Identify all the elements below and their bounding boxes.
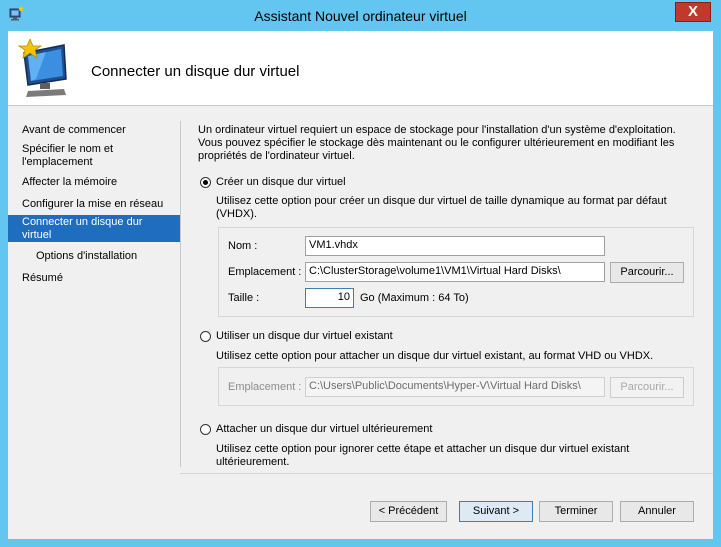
- radio-attach-later[interactable]: [200, 424, 211, 435]
- page-title: Connecter un disque dur virtuel: [91, 63, 300, 80]
- nav-item-networking[interactable]: Configurer la mise en réseau: [8, 198, 180, 211]
- wizard-client-area: Connecter un disque dur virtuel Avant de…: [8, 31, 713, 539]
- wizard-header: Connecter un disque dur virtuel: [8, 31, 713, 106]
- nav-item-installation-options[interactable]: Options d'installation: [8, 250, 180, 263]
- title-bar[interactable]: Assistant Nouvel ordinateur virtuel X: [0, 0, 721, 32]
- existing-disk-description: Utilisez cette option pour attacher un d…: [216, 350, 654, 362]
- close-button[interactable]: X: [675, 2, 711, 22]
- location-field-label: Emplacement :: [228, 266, 302, 278]
- nav-divider: [180, 121, 181, 467]
- create-disk-fields-group: Nom : VM1.vhdx Emplacement : C:\ClusterS…: [218, 227, 694, 317]
- browse-button[interactable]: Parcourir...: [610, 262, 684, 283]
- nav-item-name-location[interactable]: Spécifier le nom et l'emplacement: [8, 143, 133, 169]
- new-virtual-machine-icon: [17, 39, 67, 97]
- previous-button[interactable]: < Précédent: [370, 501, 447, 522]
- name-field-label: Nom :: [228, 240, 258, 252]
- vhd-location-field[interactable]: C:\ClusterStorage\volume1\VM1\Virtual Ha…: [305, 262, 605, 282]
- nav-item-before-you-begin[interactable]: Avant de commencer: [8, 124, 180, 137]
- existing-location-field-label: Emplacement :: [228, 381, 302, 393]
- window-frame: Assistant Nouvel ordinateur virtuel X Co…: [0, 0, 721, 547]
- next-button[interactable]: Suivant >: [459, 501, 533, 522]
- nav-item-connect-disk[interactable]: Connecter un disque dur virtuel: [8, 215, 180, 242]
- create-disk-description: Utilisez cette option pour créer un disq…: [216, 195, 667, 220]
- finish-button[interactable]: Terminer: [539, 501, 613, 522]
- vhd-name-field[interactable]: VM1.vhdx: [305, 236, 605, 256]
- close-icon: X: [687, 3, 698, 20]
- window-title: Assistant Nouvel ordinateur virtuel: [254, 8, 467, 24]
- footer-divider: [180, 473, 713, 474]
- radio-existing-disk[interactable]: [200, 331, 211, 342]
- radio-create-disk-label[interactable]: Créer un disque dur virtuel: [216, 176, 346, 188]
- existing-browse-button[interactable]: Parcourir...: [610, 377, 684, 398]
- radio-create-disk[interactable]: [200, 177, 211, 188]
- attach-later-description: Utilisez cette option pour ignorer cette…: [216, 443, 630, 468]
- intro-text: Un ordinateur virtuel requiert un espace…: [198, 124, 676, 162]
- existing-disk-fields-group: Emplacement : C:\Users\Public\Documents\…: [218, 367, 694, 406]
- radio-existing-disk-label[interactable]: Utiliser un disque dur virtuel existant: [216, 330, 393, 342]
- nav-item-summary[interactable]: Résumé: [8, 272, 180, 285]
- size-field-label: Taille :: [228, 292, 260, 304]
- radio-attach-later-label[interactable]: Attacher un disque dur virtuel ultérieur…: [216, 423, 432, 435]
- cancel-button[interactable]: Annuler: [620, 501, 694, 522]
- existing-vhd-location-field[interactable]: C:\Users\Public\Documents\Hyper-V\Virtua…: [305, 377, 605, 397]
- vhd-size-field[interactable]: 10: [305, 288, 354, 308]
- nav-item-memory[interactable]: Affecter la mémoire: [8, 176, 180, 189]
- size-unit-label: Go (Maximum : 64 To): [360, 292, 469, 304]
